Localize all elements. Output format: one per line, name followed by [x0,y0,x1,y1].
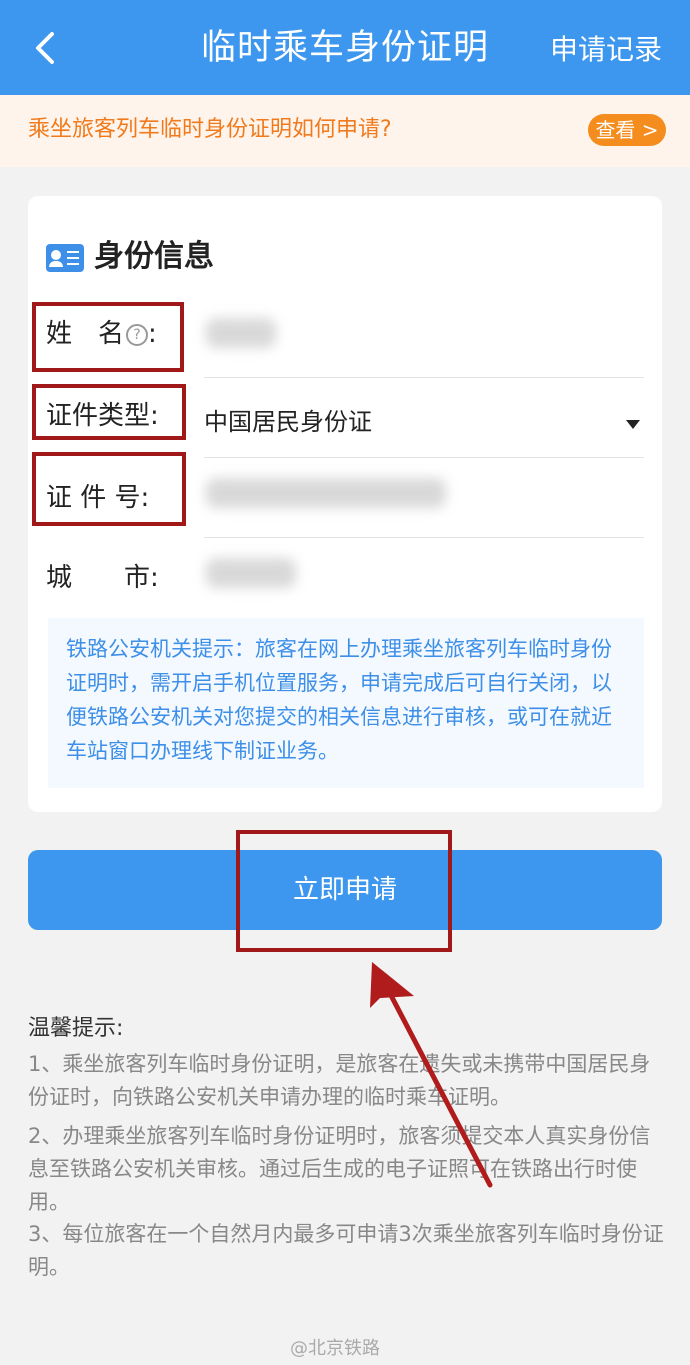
annotation-arrow-icon [370,962,493,1188]
watermark: @北京铁路 [290,1338,380,1359]
